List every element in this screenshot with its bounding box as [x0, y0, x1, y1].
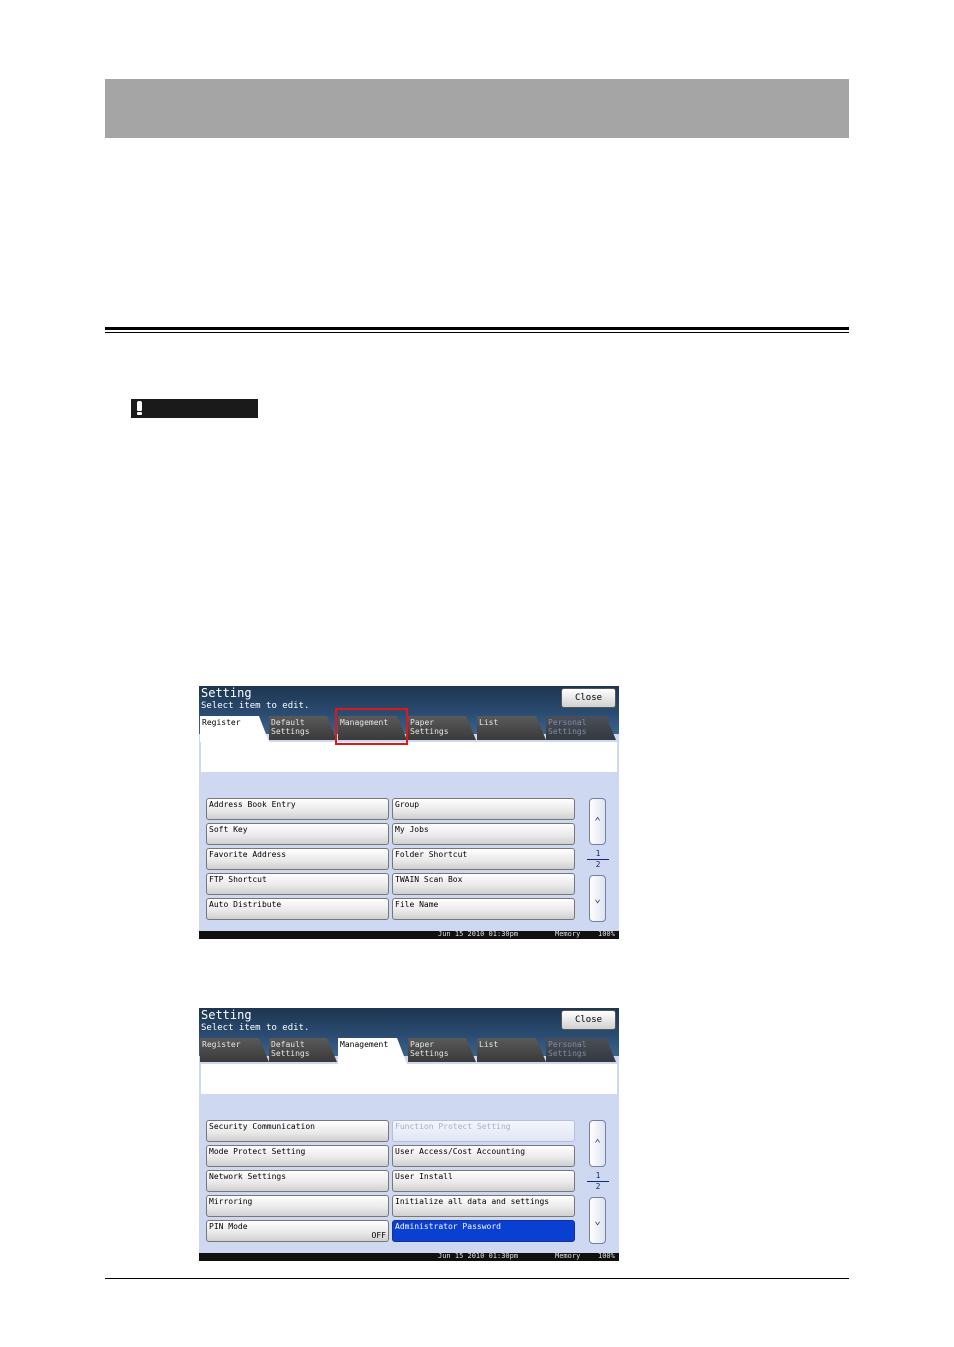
- tab-paper-settings[interactable]: Paper Settings: [408, 716, 476, 740]
- menu-button-favorite-address[interactable]: Favorite Address: [206, 848, 389, 870]
- chevron-down-icon: ⌄: [594, 1214, 601, 1227]
- status-bar: Jun 15 2010 01:30pm Memory 100%: [199, 930, 619, 939]
- note-badge: [131, 399, 258, 418]
- scroll-up-button[interactable]: ⌃: [589, 1120, 606, 1167]
- page-total: 2: [595, 860, 601, 869]
- menu-button-security-communication[interactable]: Security Communication: [206, 1120, 389, 1142]
- menu-button-ftp-shortcut[interactable]: FTP Shortcut: [206, 873, 389, 895]
- status-memory-label: Memory: [555, 1252, 581, 1260]
- info-panel: [201, 1064, 617, 1094]
- pin-mode-value: OFF: [371, 1231, 386, 1240]
- heading-rule-thin: [105, 332, 849, 333]
- menu-button-user-access-cost-accounting[interactable]: User Access/Cost Accounting: [392, 1145, 575, 1167]
- chevron-up-icon: ⌃: [594, 1137, 601, 1150]
- page-current: 1: [595, 1171, 601, 1180]
- setting-screen-register: Setting Select item to edit. Close Addre…: [199, 686, 619, 939]
- chevron-up-icon: ⌃: [594, 815, 601, 828]
- tab-default-settings[interactable]: Default Settings: [269, 1038, 337, 1062]
- tab-default-settings[interactable]: Default Settings: [269, 716, 337, 740]
- page-current: 1: [595, 849, 601, 858]
- page-total: 2: [595, 1182, 601, 1191]
- exclamation-dot: [137, 412, 142, 415]
- screen-body: Address Book Entry Soft Key Favorite Add…: [199, 734, 619, 931]
- tab-list[interactable]: List: [477, 1038, 546, 1062]
- status-date: Jun 15 2010 01:30pm: [438, 930, 519, 938]
- pin-mode-label: PIN Mode: [209, 1222, 248, 1231]
- close-button[interactable]: Close: [561, 1010, 616, 1030]
- management-tab-highlight: [335, 708, 408, 745]
- menu-button-user-install[interactable]: User Install: [392, 1170, 575, 1192]
- menu-button-administrator-password[interactable]: Administrator Password: [392, 1220, 575, 1242]
- screen-subtitle: Select item to edit.: [201, 1023, 310, 1033]
- menu-button-auto-distribute[interactable]: Auto Distribute: [206, 898, 389, 920]
- setting-screen-management: Setting Select item to edit. Close Secur…: [199, 1008, 619, 1261]
- footer-rule: [105, 1278, 849, 1279]
- menu-button-pin-mode[interactable]: PIN Mode OFF: [206, 1220, 389, 1242]
- menu-button-mirroring[interactable]: Mirroring: [206, 1195, 389, 1217]
- screen-body: Security Communication Mode Protect Sett…: [199, 1056, 619, 1253]
- menu-button-address-book-entry[interactable]: Address Book Entry: [206, 798, 389, 820]
- tab-register[interactable]: Register: [200, 716, 269, 742]
- menu-button-my-jobs[interactable]: My Jobs: [392, 823, 575, 845]
- exclamation-icon: [137, 401, 142, 411]
- screen-title: Setting: [201, 1008, 252, 1022]
- tab-personal-settings: Personal Settings: [546, 1038, 616, 1062]
- tab-list[interactable]: List: [477, 716, 546, 740]
- tab-personal-settings: Personal Settings: [546, 716, 616, 740]
- status-memory-percent: 100%: [598, 1252, 615, 1260]
- menu-button-mode-protect-setting[interactable]: Mode Protect Setting: [206, 1145, 389, 1167]
- menu-button-soft-key[interactable]: Soft Key: [206, 823, 389, 845]
- status-bar: Jun 15 2010 01:30pm Memory 100%: [199, 1252, 619, 1261]
- info-panel: [201, 742, 617, 772]
- menu-button-folder-shortcut[interactable]: Folder Shortcut: [392, 848, 575, 870]
- close-button[interactable]: Close: [561, 688, 616, 708]
- menu-button-function-protect-setting: Function Protect Setting: [392, 1120, 575, 1142]
- menu-button-network-settings[interactable]: Network Settings: [206, 1170, 389, 1192]
- screen-title: Setting: [201, 686, 252, 700]
- menu-button-group[interactable]: Group: [392, 798, 575, 820]
- menu-button-initialize-all[interactable]: Initialize all data and settings: [392, 1195, 575, 1217]
- tab-register[interactable]: Register: [200, 1038, 269, 1062]
- menu-button-file-name[interactable]: File Name: [392, 898, 575, 920]
- heading-rule: [105, 327, 849, 330]
- tab-management[interactable]: Management: [338, 1038, 407, 1064]
- status-memory-label: Memory: [555, 930, 581, 938]
- section-header-band: [105, 79, 849, 138]
- status-memory-percent: 100%: [598, 930, 615, 938]
- chevron-down-icon: ⌄: [594, 892, 601, 905]
- menu-button-twain-scan-box[interactable]: TWAIN Scan Box: [392, 873, 575, 895]
- scroll-down-button[interactable]: ⌄: [589, 1197, 606, 1244]
- status-date: Jun 15 2010 01:30pm: [438, 1252, 519, 1260]
- tab-paper-settings[interactable]: Paper Settings: [408, 1038, 476, 1062]
- scroll-up-button[interactable]: ⌃: [589, 798, 606, 845]
- scroll-down-button[interactable]: ⌄: [589, 875, 606, 922]
- screen-subtitle: Select item to edit.: [201, 701, 310, 711]
